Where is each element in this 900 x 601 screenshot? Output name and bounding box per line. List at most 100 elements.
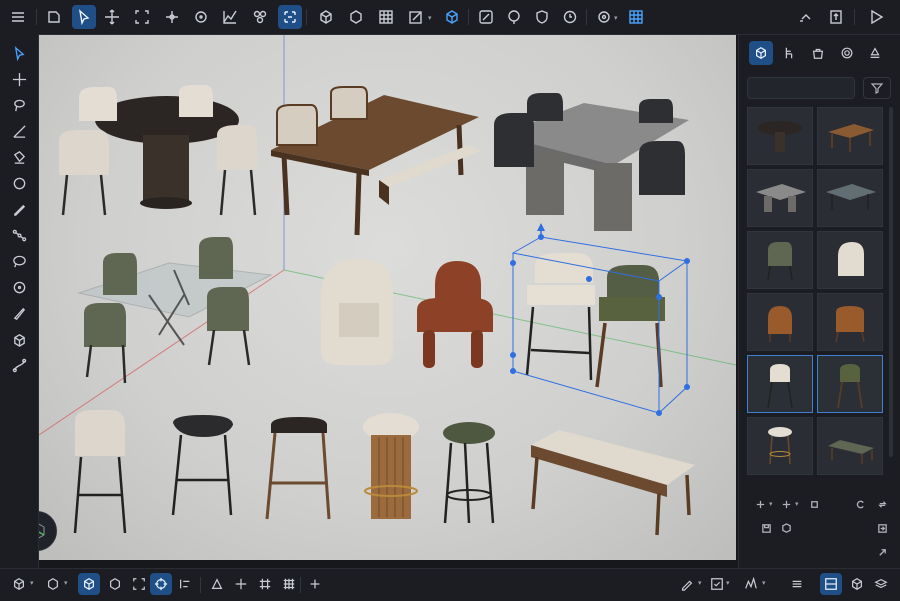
menu-icon[interactable] bbox=[6, 5, 30, 29]
material-icon[interactable] bbox=[835, 41, 859, 65]
curve-tool-icon[interactable] bbox=[7, 354, 31, 376]
box-icon[interactable] bbox=[777, 519, 795, 537]
bottom-toolbar: ▾ ▾ ▾ ▾ ▾ bbox=[0, 568, 900, 601]
extrude-icon[interactable] bbox=[7, 328, 31, 350]
asset-green-bench[interactable] bbox=[817, 417, 883, 475]
layers-icon[interactable] bbox=[870, 573, 892, 595]
import-icon[interactable] bbox=[873, 519, 891, 537]
check-icon[interactable] bbox=[706, 573, 728, 595]
location-icon[interactable] bbox=[502, 5, 526, 29]
grid-icon[interactable] bbox=[374, 5, 398, 29]
grid-big-icon[interactable] bbox=[278, 573, 300, 595]
move-tool-icon[interactable] bbox=[7, 68, 31, 90]
boucle-lounge-chair[interactable] bbox=[321, 259, 393, 365]
add-icon[interactable] bbox=[751, 495, 769, 513]
round-table-set[interactable] bbox=[59, 85, 257, 216]
assets-cube-icon[interactable] bbox=[749, 41, 773, 65]
shield-icon[interactable] bbox=[530, 5, 554, 29]
comment-icon[interactable] bbox=[7, 250, 31, 272]
lasso-icon[interactable] bbox=[7, 94, 31, 116]
measure-icon[interactable] bbox=[7, 120, 31, 142]
circle-select-icon[interactable] bbox=[7, 172, 31, 194]
asset-round-dining-table[interactable] bbox=[747, 107, 813, 165]
rotate-icon[interactable] bbox=[189, 5, 213, 29]
move-icon[interactable] bbox=[100, 5, 124, 29]
clock-icon[interactable] bbox=[558, 5, 582, 29]
target-active-icon[interactable] bbox=[150, 573, 172, 595]
export-icon[interactable] bbox=[824, 5, 848, 29]
panel-scrollbar[interactable] bbox=[889, 107, 893, 457]
cube-active-icon[interactable] bbox=[78, 573, 100, 595]
asset-boucle-chair[interactable] bbox=[817, 231, 883, 289]
wood-table-set[interactable] bbox=[271, 86, 481, 236]
edit-icon[interactable] bbox=[404, 5, 428, 29]
new-object-icon[interactable] bbox=[42, 5, 66, 29]
select-icon[interactable] bbox=[72, 5, 96, 29]
search-input[interactable] bbox=[747, 77, 855, 99]
wire-icon[interactable] bbox=[104, 573, 126, 595]
asset-cushion-stool[interactable] bbox=[747, 417, 813, 475]
3d-viewport[interactable] bbox=[39, 35, 736, 560]
shading-icon[interactable] bbox=[42, 573, 64, 595]
cube-solid-icon[interactable] bbox=[440, 5, 464, 29]
filter-button[interactable] bbox=[863, 77, 891, 99]
asset-glass-table[interactable] bbox=[817, 169, 883, 227]
expand-icon[interactable] bbox=[873, 543, 891, 561]
sync-icon[interactable] bbox=[873, 495, 891, 513]
settings-icon[interactable] bbox=[592, 5, 616, 29]
paint-icon[interactable] bbox=[7, 146, 31, 168]
view-cube-icon[interactable] bbox=[8, 573, 30, 595]
collapse-icon[interactable] bbox=[805, 495, 823, 513]
plus-icon[interactable] bbox=[304, 573, 326, 595]
asset-library-panel: ▾ ▾ bbox=[738, 35, 900, 568]
pencil-icon[interactable] bbox=[474, 5, 498, 29]
panel-footer-row-2 bbox=[747, 519, 893, 539]
box-icon[interactable] bbox=[344, 5, 368, 29]
refresh-icon[interactable] bbox=[851, 495, 869, 513]
stack-icon[interactable] bbox=[786, 573, 808, 595]
asset-wood-table[interactable] bbox=[817, 107, 883, 165]
lamp-icon[interactable] bbox=[863, 41, 887, 65]
asset-rust-chair[interactable] bbox=[747, 293, 813, 351]
grid-small-icon[interactable] bbox=[254, 573, 276, 595]
scale-icon[interactable] bbox=[130, 5, 154, 29]
layout-active-icon[interactable] bbox=[820, 573, 842, 595]
bottom-stools[interactable] bbox=[73, 410, 695, 536]
triangle-icon[interactable] bbox=[206, 573, 228, 595]
asset-green-dining-chair[interactable] bbox=[747, 231, 813, 289]
target-icon[interactable] bbox=[7, 276, 31, 298]
frame-icon[interactable] bbox=[128, 573, 150, 595]
transform-icon[interactable] bbox=[160, 5, 184, 29]
nodes-icon[interactable] bbox=[248, 5, 272, 29]
axis-icon[interactable] bbox=[230, 573, 252, 595]
edit-mode-icon[interactable] bbox=[676, 573, 698, 595]
layout-grid-icon[interactable] bbox=[624, 5, 648, 29]
knife-icon[interactable] bbox=[7, 302, 31, 324]
add-icon[interactable] bbox=[777, 495, 795, 513]
render-icon[interactable] bbox=[846, 573, 868, 595]
asset-cream-bar-stool[interactable] bbox=[747, 355, 813, 413]
axis-cube-icon bbox=[39, 523, 45, 539]
marble-table-set[interactable] bbox=[494, 93, 689, 231]
left-toolbar bbox=[0, 34, 39, 568]
cube-icon[interactable] bbox=[314, 5, 338, 29]
bag-icon[interactable] bbox=[806, 41, 830, 65]
save-icon[interactable] bbox=[757, 519, 775, 537]
align-icon[interactable] bbox=[174, 573, 196, 595]
chair-icon[interactable] bbox=[777, 41, 801, 65]
selected-bar-stools[interactable] bbox=[510, 223, 690, 416]
glass-table-set[interactable] bbox=[77, 237, 273, 384]
asset-wood-armchair[interactable] bbox=[817, 293, 883, 351]
path-icon[interactable] bbox=[7, 224, 31, 246]
panel-footer-row-1: ▾ ▾ bbox=[747, 495, 893, 515]
draw-icon[interactable] bbox=[7, 198, 31, 220]
snap-icon[interactable] bbox=[278, 5, 302, 29]
redo-icon[interactable] bbox=[794, 5, 818, 29]
select-arrow-icon[interactable] bbox=[7, 42, 31, 64]
rust-chair[interactable] bbox=[417, 261, 493, 368]
play-icon[interactable] bbox=[864, 5, 888, 29]
chart-icon[interactable] bbox=[740, 573, 762, 595]
asset-green-bar-stool[interactable] bbox=[817, 355, 883, 413]
asset-marble-table[interactable] bbox=[747, 169, 813, 227]
curve-icon[interactable] bbox=[218, 5, 242, 29]
